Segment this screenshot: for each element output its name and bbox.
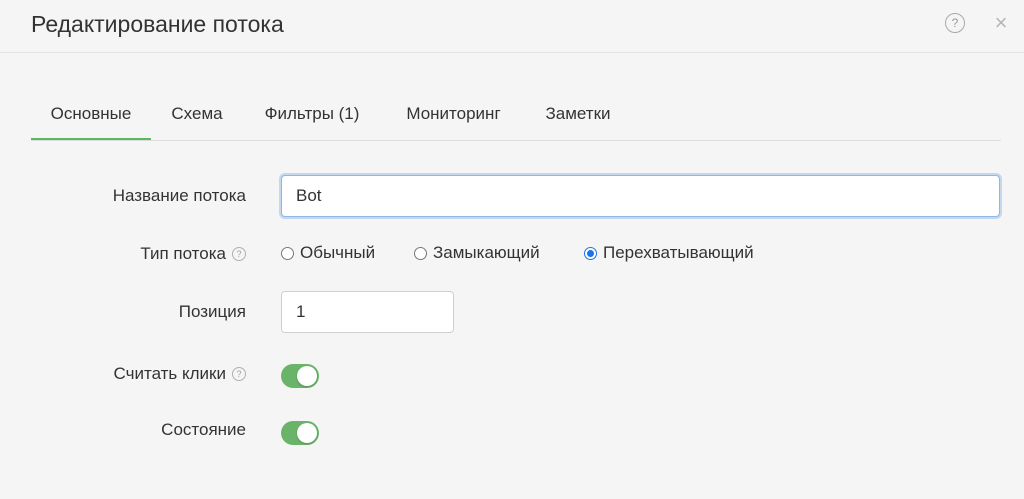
tab-monitoring[interactable]: Мониторинг: [385, 96, 522, 140]
stream-type-label: Тип потока ?: [140, 243, 246, 265]
state-toggle[interactable]: [281, 421, 319, 445]
dialog-header: Редактирование потока ? ×: [0, 0, 1024, 53]
radio-normal[interactable]: Обычный: [281, 243, 375, 263]
position-label-text: Позиция: [178, 302, 246, 321]
count-clicks-label-text: Считать клики: [113, 364, 226, 383]
radio-normal-label: Обычный: [300, 243, 376, 262]
radio-closing-circle[interactable]: [414, 246, 427, 260]
close-icon[interactable]: ×: [991, 12, 1011, 34]
position-input[interactable]: [281, 291, 454, 333]
radio-closing[interactable]: Замыкающий: [414, 243, 540, 263]
radio-intercepting-circle[interactable]: [584, 246, 597, 260]
help-icon[interactable]: ?: [232, 247, 246, 261]
count-clicks-toggle[interactable]: [281, 364, 319, 388]
help-icon[interactable]: ?: [232, 367, 246, 381]
position-label: Позиция: [179, 301, 246, 323]
tab-scheme[interactable]: Схема: [155, 96, 239, 140]
stream-type-label-text: Тип потока: [140, 244, 226, 263]
tab-main[interactable]: Основные: [31, 96, 151, 140]
stream-name-label: Название потока: [113, 185, 246, 207]
question-circle-icon[interactable]: ?: [945, 13, 965, 33]
radio-normal-circle[interactable]: [281, 246, 294, 260]
radio-intercepting-label: Перехватывающий: [603, 243, 754, 262]
stream-name-input[interactable]: [281, 175, 1000, 217]
radio-closing-label: Замыкающий: [433, 243, 540, 262]
dialog-title: Редактирование потока: [31, 11, 284, 37]
tab-bar: Основные Схема Фильтры (1) Мониторинг За…: [31, 96, 1001, 141]
state-label: Состояние: [161, 419, 246, 441]
tab-filters[interactable]: Фильтры (1): [244, 96, 380, 140]
toggle-knob: [297, 366, 317, 386]
stream-name-label-text: Название потока: [112, 186, 246, 205]
count-clicks-label: Считать клики ?: [114, 363, 246, 385]
radio-intercepting[interactable]: Перехватывающий: [584, 243, 754, 263]
toggle-knob: [297, 423, 317, 443]
tab-notes[interactable]: Заметки: [526, 96, 630, 140]
state-label-text: Состояние: [161, 420, 246, 439]
